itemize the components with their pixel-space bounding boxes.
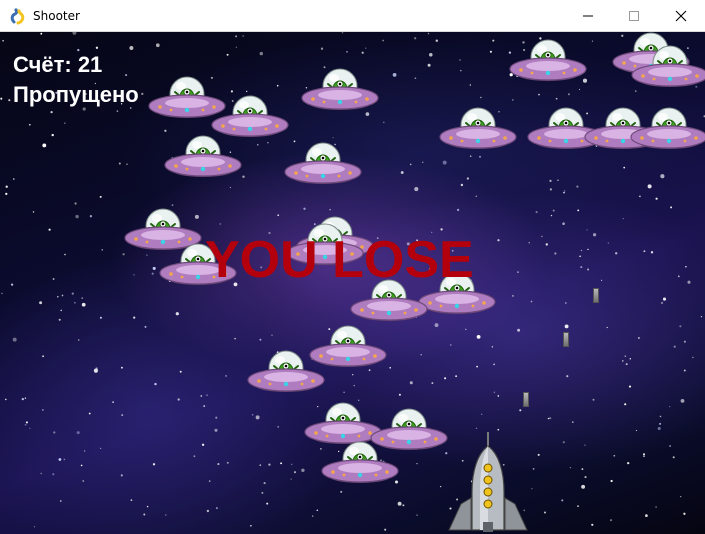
bullet — [523, 392, 529, 407]
ufo-icon — [284, 136, 362, 192]
ufo-icon — [164, 129, 242, 185]
bullet — [563, 332, 569, 347]
missed-label: Пропущено — [13, 82, 139, 107]
minimize-icon — [583, 15, 593, 17]
ufo-icon — [301, 62, 379, 118]
minimize-button[interactable] — [565, 0, 611, 32]
close-button[interactable] — [657, 0, 705, 32]
maximize-button[interactable] — [611, 0, 657, 32]
score-label: Счёт: 21 — [13, 52, 103, 77]
ufo-icon — [439, 101, 517, 157]
window-title: Shooter — [33, 9, 80, 23]
ufo-icon — [321, 435, 399, 491]
rocket-icon — [448, 432, 528, 532]
game-canvas[interactable]: Счёт: 21 Пропущено YOU LOSE — [0, 32, 705, 534]
ufo-icon — [630, 101, 705, 157]
game-over-text: YOU LOSE — [205, 231, 474, 289]
title-bar[interactable]: Shooter — [0, 0, 705, 32]
pygame-snake-icon — [10, 8, 25, 25]
maximize-icon — [629, 11, 639, 21]
bullet — [593, 288, 599, 303]
ufo-icon — [247, 344, 325, 400]
ufo-icon — [509, 33, 587, 89]
close-icon — [675, 10, 687, 22]
game-window: Shooter Счёт: 21 Пропущено YOU LOSE — [0, 0, 705, 534]
ufo-icon — [631, 39, 705, 95]
